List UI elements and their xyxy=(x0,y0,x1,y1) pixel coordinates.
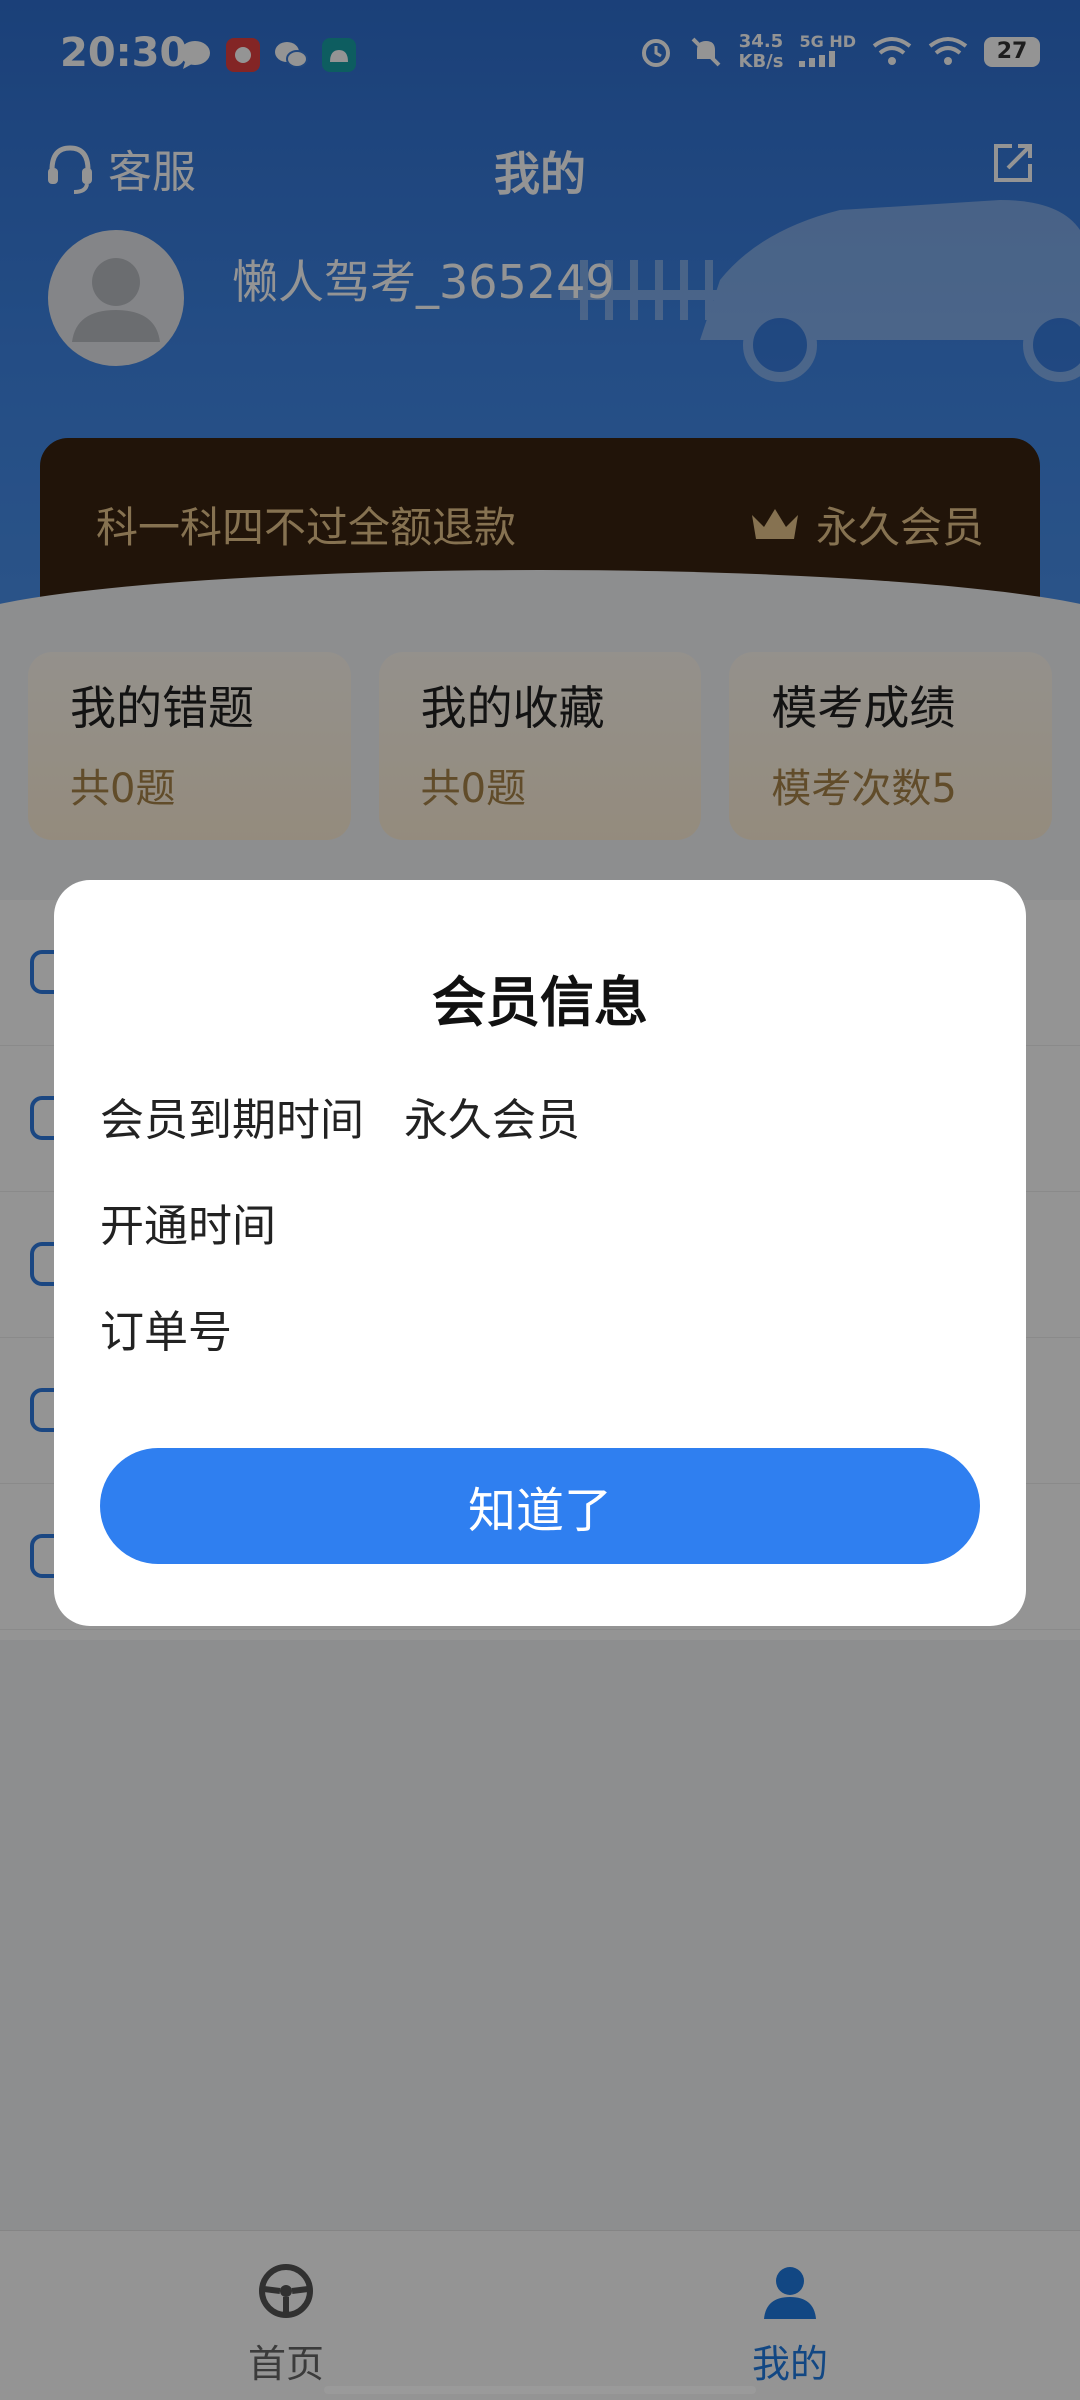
member-info-dialog: 会员信息 会员到期时间 永久会员 开通时间 订单号 知道了 xyxy=(54,880,1026,1626)
info-label: 订单号 xyxy=(100,1307,232,1358)
info-row-expiry: 会员到期时间 永久会员 xyxy=(100,1084,580,1148)
home-indicator[interactable] xyxy=(324,2386,756,2394)
dialog-title: 会员信息 xyxy=(432,971,648,1034)
info-label: 开通时间 xyxy=(100,1201,276,1252)
info-row-activation-time: 开通时间 xyxy=(100,1190,316,1254)
got-it-button[interactable]: 知道了 xyxy=(100,1448,980,1564)
info-value: 永久会员 xyxy=(404,1095,580,1146)
info-row-order-number: 订单号 xyxy=(100,1296,272,1360)
info-label: 会员到期时间 xyxy=(100,1095,364,1146)
